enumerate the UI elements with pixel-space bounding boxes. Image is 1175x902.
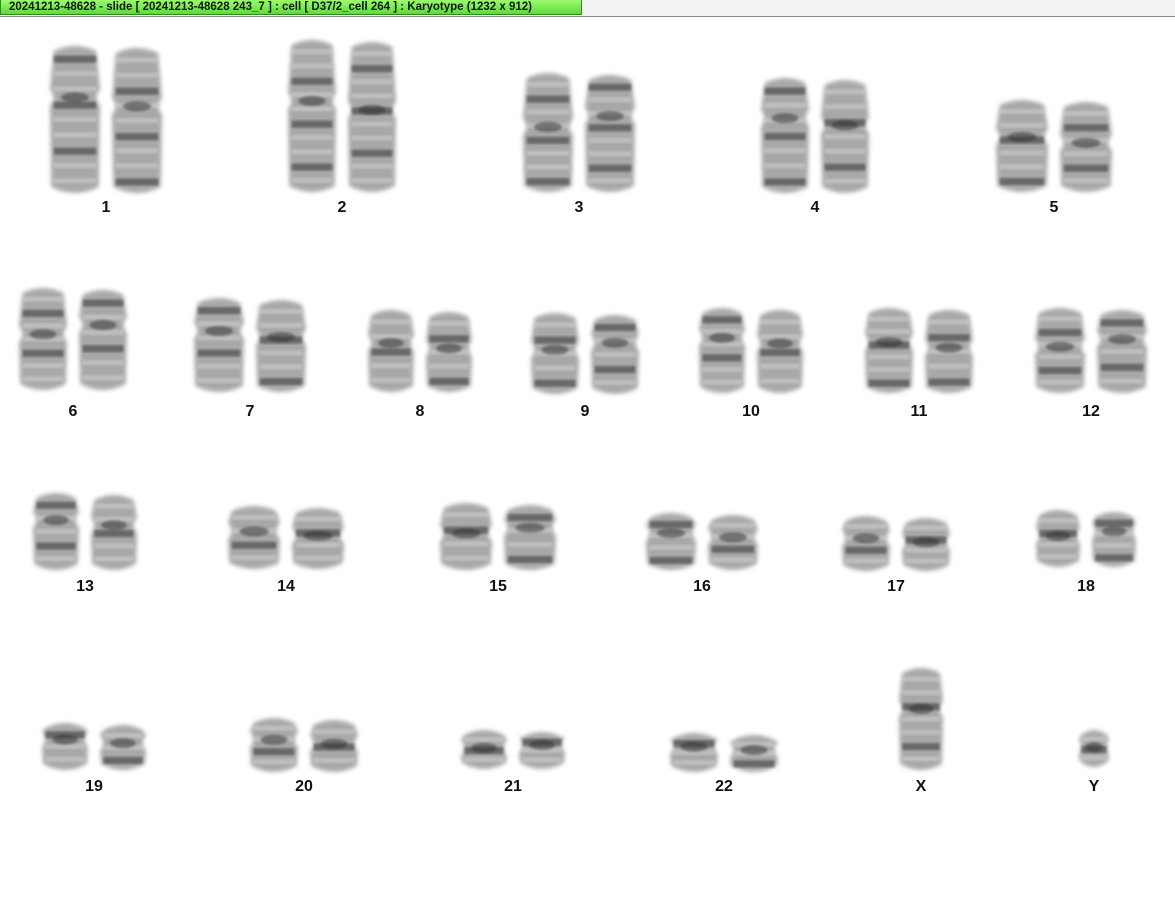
chromosome-label: 11 xyxy=(910,403,928,420)
chromosome-label: Y xyxy=(1088,778,1100,795)
chromosome-15-b xyxy=(504,505,556,570)
chromosome-10-a xyxy=(699,308,745,393)
chromosome-22-a xyxy=(670,733,718,772)
chromosome-13-b xyxy=(91,495,137,570)
chromosome-12-b xyxy=(1097,310,1147,393)
chromosome-label: 10 xyxy=(742,403,760,420)
chromosome-6-a xyxy=(19,288,67,390)
chromosome-22-b xyxy=(730,735,778,772)
chromosome-label: 12 xyxy=(1082,403,1100,420)
chromosome-label: 3 xyxy=(574,199,584,216)
chromosome-5-a xyxy=(996,100,1048,192)
chromosome-1-b xyxy=(112,48,162,193)
window-titlebar[interactable]: 20241213-48628 - slide [ 20241213-48628 … xyxy=(0,0,1175,17)
chromosome-7-b xyxy=(256,300,306,392)
window-title: 20241213-48628 - slide [ 20241213-48628 … xyxy=(9,1,532,13)
chromosome-18-a xyxy=(1036,510,1080,567)
chromosome-14-b xyxy=(292,508,344,569)
chromosome-17-a xyxy=(842,516,890,571)
chromosome-9-b xyxy=(591,315,639,394)
chromosome-19-a xyxy=(42,723,88,770)
chromosome-16-a xyxy=(646,513,696,570)
chromosome-X xyxy=(899,668,943,770)
chromosome-label: 18 xyxy=(1077,578,1095,595)
chromosome-label: 13 xyxy=(76,578,94,595)
chromosome-2-a xyxy=(288,40,336,192)
chromosome-label: 2 xyxy=(337,199,347,216)
chromosome-label: 1 xyxy=(101,199,111,216)
chromosome-13-a xyxy=(33,493,79,570)
chromosome-19-b xyxy=(100,725,146,770)
chromosome-11-b xyxy=(925,310,973,393)
chromosome-label: 6 xyxy=(68,403,78,420)
chromosome-8-a xyxy=(368,310,414,392)
chromosome-20-b xyxy=(310,720,358,772)
chromosome-4-b xyxy=(821,80,869,193)
chromosome-21-b xyxy=(519,732,565,769)
karyotype-canvas: 1 2 3 4 5 6 7 8 9 10 11 12 13 14 15 16 17 18 19 20 21 22 X Y xyxy=(0,17,1175,902)
chromosome-18-b xyxy=(1092,512,1136,567)
chromosome-12-a xyxy=(1035,308,1085,393)
chromosome-14-a xyxy=(228,506,280,569)
chromosome-label: 16 xyxy=(693,578,711,595)
chromosome-21-a xyxy=(461,730,507,769)
chromosome-label: 22 xyxy=(715,778,733,795)
chromosome-7-a xyxy=(194,298,244,392)
chromosome-4-a xyxy=(761,78,809,193)
chromosome-2-b xyxy=(348,42,396,192)
chromosome-20-a xyxy=(250,718,298,772)
chromosome-11-a xyxy=(865,308,913,393)
chromosome-label: 21 xyxy=(504,778,522,795)
chromosome-label: 4 xyxy=(810,199,820,216)
chromosome-label: 9 xyxy=(580,403,590,420)
chromosome-10-b xyxy=(757,310,803,393)
chromosome-5-b xyxy=(1060,102,1112,192)
chromosome-label: X xyxy=(915,778,927,795)
chromosome-label: 8 xyxy=(415,403,425,420)
chromosome-label: 20 xyxy=(295,778,313,795)
chromosome-Y xyxy=(1079,730,1109,767)
karyotype-image xyxy=(19,40,1147,772)
chromosome-3-a xyxy=(523,73,573,192)
active-window-tab[interactable]: 20241213-48628 - slide [ 20241213-48628 … xyxy=(0,0,582,15)
chromosome-9-a xyxy=(531,313,579,394)
chromosome-label: 7 xyxy=(245,403,255,420)
chromosome-label: 5 xyxy=(1049,199,1059,216)
chromosome-17-b xyxy=(902,518,950,571)
chromosome-6-b xyxy=(79,290,127,390)
chromosome-label: 15 xyxy=(489,578,507,595)
chromosome-1-a xyxy=(50,46,100,193)
chromosome-label: 14 xyxy=(277,578,295,595)
chromosome-3-b xyxy=(585,75,635,192)
chromosome-16-b xyxy=(708,515,758,570)
chromosome-label: 17 xyxy=(887,578,905,595)
chromosome-8-b xyxy=(426,312,472,392)
chromosome-label: 19 xyxy=(85,778,103,795)
chromosome-15-a xyxy=(440,503,492,570)
